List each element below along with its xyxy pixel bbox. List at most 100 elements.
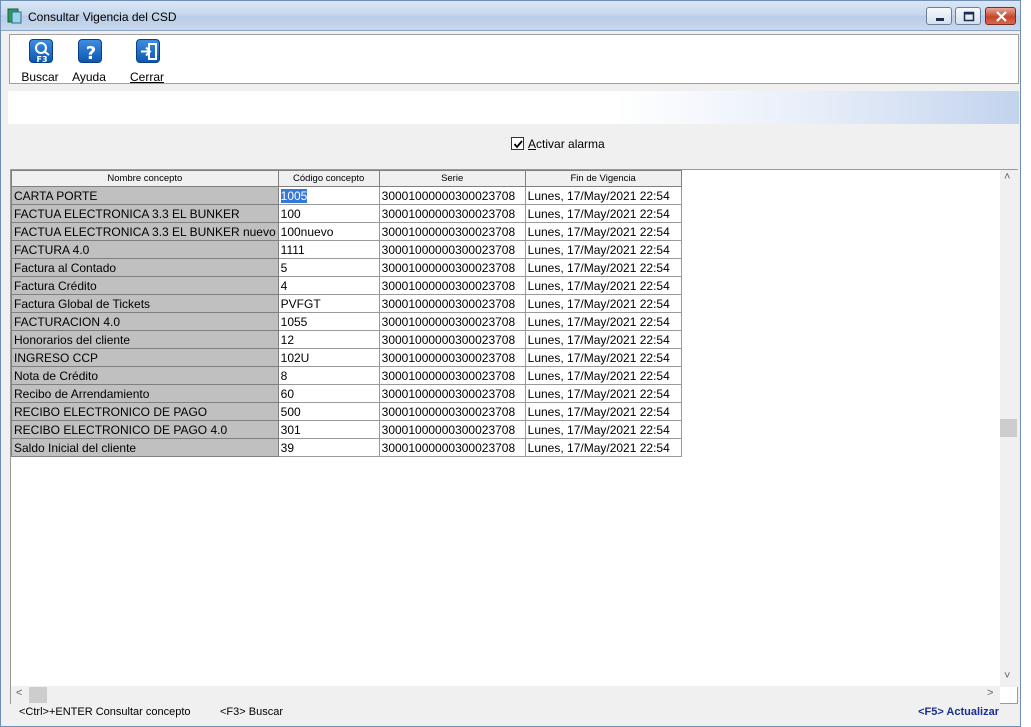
cell-nombre[interactable]: Factura Crédito bbox=[11, 276, 279, 295]
cell-fin-vigencia[interactable]: Lunes, 17/May/2021 22:54 bbox=[524, 348, 682, 367]
table-row[interactable]: FACTURA 4.0 1111 30001000000300023708 Lunes… bbox=[11, 240, 682, 259]
cell-codigo[interactable]: 100nuevo bbox=[277, 222, 380, 241]
cell-nombre[interactable]: RECIBO ELECTRONICO DE PAGO 4.0 bbox=[11, 420, 279, 439]
cell-nombre[interactable]: FACTURACION 4.0 bbox=[11, 312, 279, 331]
cell-codigo[interactable]: 5 bbox=[277, 258, 380, 277]
cell-codigo[interactable]: 60 bbox=[277, 384, 380, 403]
table-row[interactable]: RECIBO ELECTRONICO DE PAGO 4.0 301 3000100… bbox=[11, 420, 682, 439]
cell-nombre[interactable]: RECIBO ELECTRONICO DE PAGO bbox=[11, 402, 279, 421]
cell-fin-vigencia[interactable]: Lunes, 17/May/2021 22:54 bbox=[524, 204, 682, 223]
table-row[interactable]: Factura Crédito 4 30001000000300023708 Lune… bbox=[11, 276, 682, 295]
cell-nombre[interactable]: FACTURA 4.0 bbox=[11, 240, 279, 259]
cell-fin-vigencia[interactable]: Lunes, 17/May/2021 22:54 bbox=[524, 420, 682, 439]
cell-serie[interactable]: 30001000000300023708 bbox=[378, 294, 526, 313]
col-header-codigo[interactable]: Código concepto bbox=[277, 170, 380, 187]
horizontal-scroll-thumb[interactable] bbox=[29, 687, 47, 703]
cell-fin-vigencia[interactable]: Lunes, 17/May/2021 22:54 bbox=[524, 312, 682, 331]
table-row[interactable]: Factura Global de Tickets PVFGT 3000100000… bbox=[11, 294, 682, 313]
cell-nombre[interactable]: Honorarios del cliente bbox=[11, 330, 279, 349]
vertical-scroll-thumb[interactable] bbox=[1000, 419, 1017, 437]
cell-serie[interactable]: 30001000000300023708 bbox=[378, 186, 526, 205]
cell-nombre[interactable]: CARTA PORTE bbox=[11, 186, 279, 205]
table-row[interactable]: CARTA PORTE 1005 30001000000300023708 Lunes… bbox=[11, 186, 682, 205]
minimize-button[interactable] bbox=[926, 7, 952, 25]
cell-codigo[interactable]: 12 bbox=[277, 330, 380, 349]
refresh-link[interactable]: <F5> Actualizar bbox=[918, 706, 999, 718]
cell-codigo[interactable]: 39 bbox=[277, 438, 380, 457]
cell-codigo[interactable]: 1111 bbox=[277, 240, 380, 259]
cell-nombre[interactable]: INGRESO CCP bbox=[11, 348, 279, 367]
cell-serie[interactable]: 30001000000300023708 bbox=[378, 276, 526, 295]
cell-fin-vigencia[interactable]: Lunes, 17/May/2021 22:54 bbox=[524, 276, 682, 295]
maximize-button[interactable] bbox=[955, 7, 981, 25]
cell-serie[interactable]: 30001000000300023708 bbox=[378, 402, 526, 421]
table-row[interactable]: Honorarios del cliente 12 3000100000030002… bbox=[11, 330, 682, 349]
cell-serie[interactable]: 30001000000300023708 bbox=[378, 240, 526, 259]
checkbox-box[interactable] bbox=[511, 137, 524, 150]
table-row[interactable]: Nota de Crédito 8 30001000000300023708 Lune… bbox=[11, 366, 682, 385]
cell-serie[interactable]: 30001000000300023708 bbox=[378, 258, 526, 277]
cell-nombre[interactable]: Recibo de Arrendamiento bbox=[11, 384, 279, 403]
cell-serie[interactable]: 30001000000300023708 bbox=[378, 366, 526, 385]
cell-fin-vigencia[interactable]: Lunes, 17/May/2021 22:54 bbox=[524, 240, 682, 259]
cell-fin-vigencia[interactable]: Lunes, 17/May/2021 22:54 bbox=[524, 258, 682, 277]
close-button[interactable] bbox=[985, 7, 1016, 25]
table-row[interactable]: RECIBO ELECTRONICO DE PAGO 500 30001000000… bbox=[11, 402, 682, 421]
scroll-up-icon[interactable]: ˄ bbox=[1004, 171, 1010, 183]
activar-alarma-label: Activar alarma bbox=[528, 137, 605, 151]
col-header-serie[interactable]: Serie bbox=[378, 170, 526, 187]
table-row[interactable]: FACTUA ELECTRONICA 3.3 EL BUNKER nuevo 10… bbox=[11, 222, 682, 241]
cell-nombre[interactable]: FACTUA ELECTRONICA 3.3 EL BUNKER nuevo bbox=[11, 222, 279, 241]
cell-codigo[interactable]: 100 bbox=[277, 204, 380, 223]
cell-codigo[interactable]: 4 bbox=[277, 276, 380, 295]
table-row[interactable]: Factura al Contado 5 30001000000300023708 L… bbox=[11, 258, 682, 277]
csd-window: Consultar Vigencia del CSD F3 Buscar ? A… bbox=[0, 0, 1021, 727]
cell-nombre[interactable]: Factura al Contado bbox=[11, 258, 279, 277]
table-row[interactable]: FACTURACION 4.0 1055 30001000000300023708 L… bbox=[11, 312, 682, 331]
scroll-left-icon[interactable]: < bbox=[16, 687, 22, 699]
table-row[interactable]: FACTUA ELECTRONICA 3.3 EL BUNKER 100 30001… bbox=[11, 204, 682, 223]
cell-fin-vigencia[interactable]: Lunes, 17/May/2021 22:54 bbox=[524, 402, 682, 421]
cell-nombre[interactable]: Saldo Inicial del cliente bbox=[11, 438, 279, 457]
cell-codigo[interactable]: 500 bbox=[277, 402, 380, 421]
cell-nombre[interactable]: FACTUA ELECTRONICA 3.3 EL BUNKER bbox=[11, 204, 279, 223]
concepts-grid[interactable]: Nombre concepto Código concepto Serie Fi… bbox=[10, 169, 1018, 704]
col-header-nombre[interactable]: Nombre concepto bbox=[11, 170, 279, 187]
cell-codigo[interactable]: 301 bbox=[277, 420, 380, 439]
vertical-scrollbar[interactable]: ˄ ˅ bbox=[1000, 170, 1018, 687]
title-bar[interactable]: Consultar Vigencia del CSD bbox=[1, 1, 1020, 31]
cell-codigo[interactable]: PVFGT bbox=[277, 294, 380, 313]
cell-fin-vigencia[interactable]: Lunes, 17/May/2021 22:54 bbox=[524, 186, 682, 205]
cerrar-button[interactable]: Cerrar bbox=[123, 37, 171, 84]
cell-fin-vigencia[interactable]: Lunes, 17/May/2021 22:54 bbox=[524, 366, 682, 385]
cell-serie[interactable]: 30001000000300023708 bbox=[378, 348, 526, 367]
cell-fin-vigencia[interactable]: Lunes, 17/May/2021 22:54 bbox=[524, 384, 682, 403]
cell-codigo[interactable]: 1055 bbox=[277, 312, 380, 331]
cell-codigo[interactable]: 1005 bbox=[277, 186, 380, 205]
cell-serie[interactable]: 30001000000300023708 bbox=[378, 330, 526, 349]
cell-serie[interactable]: 30001000000300023708 bbox=[378, 420, 526, 439]
scroll-down-icon[interactable]: ˅ bbox=[1004, 670, 1010, 682]
status-bar: <Ctrl>+ENTER Consultar concepto <F3> Bus… bbox=[10, 705, 1018, 723]
ayuda-button[interactable]: ? Ayuda bbox=[65, 37, 113, 84]
cell-serie[interactable]: 30001000000300023708 bbox=[378, 222, 526, 241]
col-header-fin-vigencia[interactable]: Fin de Vigencia bbox=[524, 170, 682, 187]
cell-serie[interactable]: 30001000000300023708 bbox=[378, 438, 526, 457]
cell-serie[interactable]: 30001000000300023708 bbox=[378, 204, 526, 223]
cell-codigo[interactable]: 102U bbox=[277, 348, 380, 367]
scroll-right-icon[interactable]: > bbox=[987, 687, 993, 699]
cell-codigo[interactable]: 8 bbox=[277, 366, 380, 385]
cell-serie[interactable]: 30001000000300023708 bbox=[378, 312, 526, 331]
table-row[interactable]: Recibo de Arrendamiento 60 300010000003000… bbox=[11, 384, 682, 403]
horizontal-scrollbar[interactable]: < > bbox=[11, 686, 1000, 704]
cell-nombre[interactable]: Factura Global de Tickets bbox=[11, 294, 279, 313]
cell-nombre[interactable]: Nota de Crédito bbox=[11, 366, 279, 385]
cell-fin-vigencia[interactable]: Lunes, 17/May/2021 22:54 bbox=[524, 438, 682, 457]
cell-fin-vigencia[interactable]: Lunes, 17/May/2021 22:54 bbox=[524, 222, 682, 241]
buscar-button[interactable]: F3 Buscar bbox=[16, 37, 64, 84]
cell-fin-vigencia[interactable]: Lunes, 17/May/2021 22:54 bbox=[524, 294, 682, 313]
cell-serie[interactable]: 30001000000300023708 bbox=[378, 384, 526, 403]
cell-fin-vigencia[interactable]: Lunes, 17/May/2021 22:54 bbox=[524, 330, 682, 349]
table-row[interactable]: Saldo Inicial del cliente 39 3000100000030… bbox=[11, 438, 682, 457]
table-row[interactable]: INGRESO CCP 102U 30001000000300023708 Lunes… bbox=[11, 348, 682, 367]
